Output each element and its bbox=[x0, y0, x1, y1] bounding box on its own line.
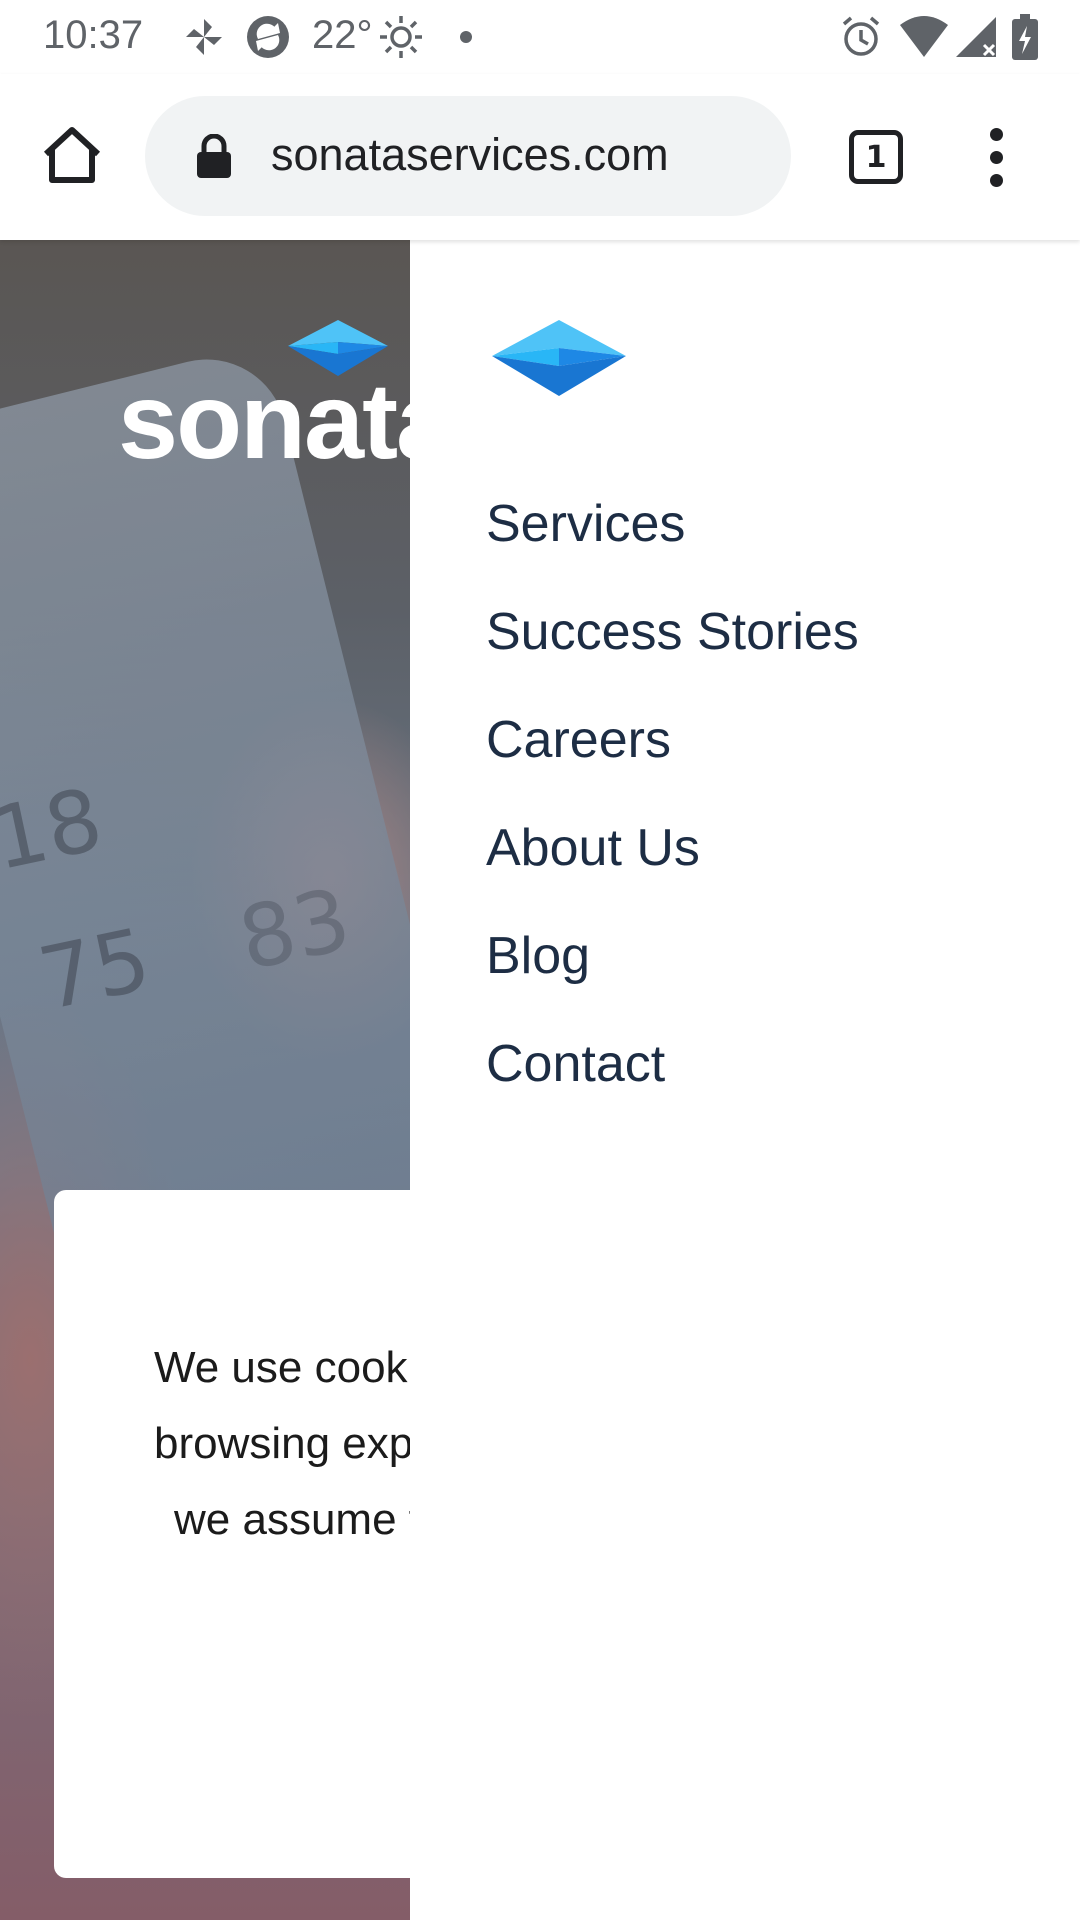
tab-count: 1 bbox=[865, 139, 887, 175]
drawer-logo[interactable] bbox=[492, 320, 626, 396]
web-page: 18 75 83 sonata We use cookies to ensure… bbox=[0, 240, 1080, 1920]
address-bar[interactable]: sonataservices.com bbox=[145, 96, 791, 216]
nav-link-about-us[interactable]: About Us bbox=[486, 794, 859, 902]
tab-switcher-button[interactable]: 1 bbox=[849, 130, 903, 184]
status-temperature: 22° bbox=[312, 13, 373, 57]
sync-app-icon bbox=[244, 10, 292, 64]
pinwheel-icon bbox=[182, 10, 226, 64]
nav-link-contact[interactable]: Contact bbox=[486, 1010, 859, 1118]
status-time: 10:37 bbox=[43, 13, 144, 57]
home-icon bbox=[43, 127, 101, 183]
hero-logo[interactable]: sonata bbox=[118, 320, 456, 481]
dot-icon bbox=[459, 10, 473, 64]
url-text: sonataservices.com bbox=[271, 129, 669, 180]
alarm-icon bbox=[838, 10, 884, 64]
more-vert-icon[interactable] bbox=[980, 128, 1012, 188]
wifi-icon bbox=[898, 10, 950, 64]
battery-charging-icon bbox=[1012, 10, 1038, 64]
home-button[interactable] bbox=[38, 122, 106, 190]
nav-link-blog[interactable]: Blog bbox=[486, 902, 859, 1010]
sun-icon bbox=[378, 10, 424, 64]
nav-link-services[interactable]: Services bbox=[486, 470, 859, 578]
status-bar: 10:37 22° bbox=[0, 0, 1080, 74]
hero-logo-text: sonata bbox=[118, 360, 456, 481]
nav-drawer: Services Success Stories Careers About U… bbox=[410, 240, 1080, 1920]
browser-toolbar: sonataservices.com 1 bbox=[0, 74, 1080, 240]
nav-link-success-stories[interactable]: Success Stories bbox=[486, 578, 859, 686]
screen: 10:37 22° sonataservices.com 1 18 75 83 … bbox=[0, 0, 1080, 1920]
logo-mark-icon bbox=[492, 320, 626, 396]
nav-link-careers[interactable]: Careers bbox=[486, 686, 859, 794]
lock-icon bbox=[197, 134, 231, 178]
signal-icon bbox=[954, 10, 998, 64]
drawer-nav: Services Success Stories Careers About U… bbox=[486, 470, 859, 1118]
